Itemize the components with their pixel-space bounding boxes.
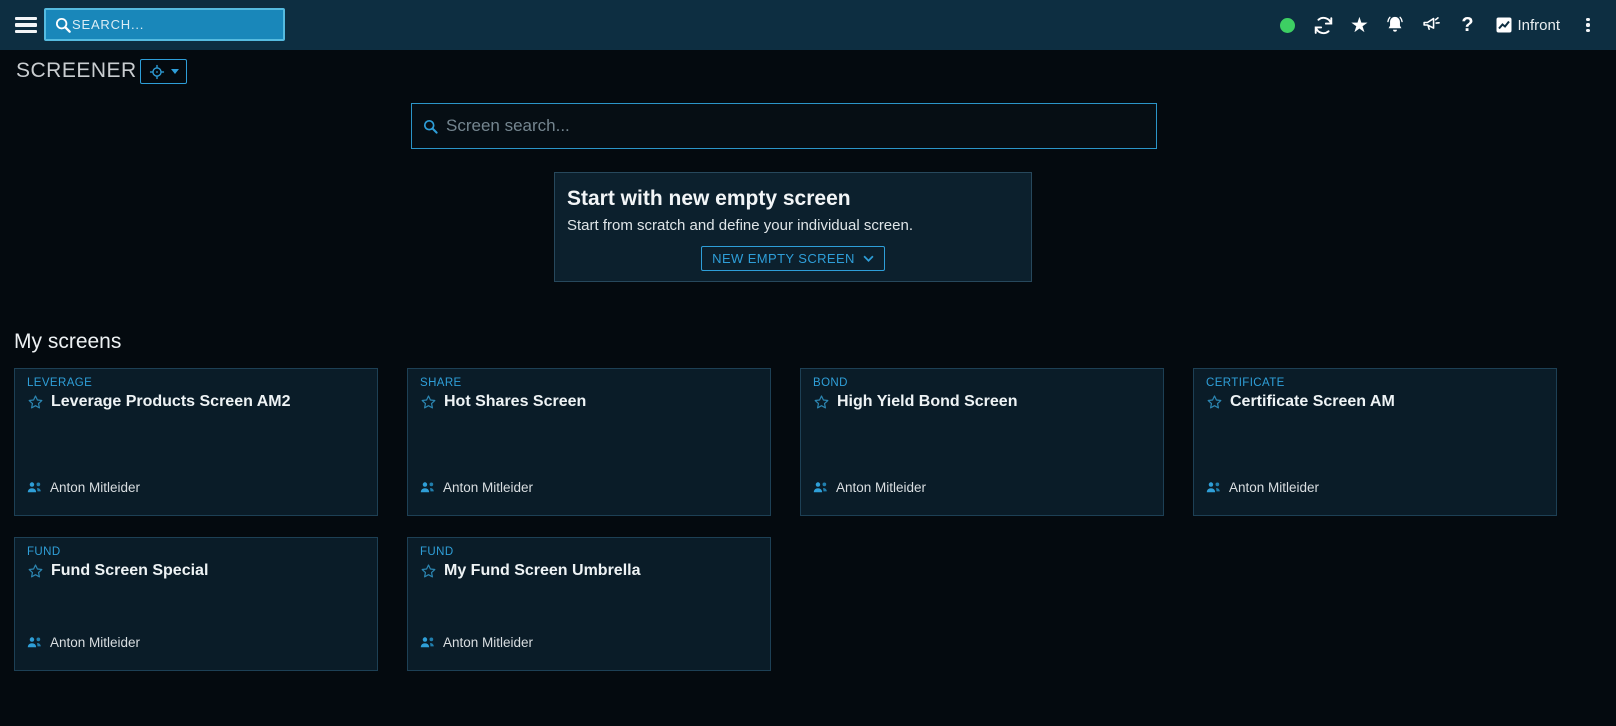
- owner-people-icon: [420, 481, 436, 494]
- new-screen-subtitle: Start from scratch and define your indiv…: [567, 217, 1019, 234]
- screen-owner: Anton Mitleider: [443, 635, 533, 650]
- announcement-megaphone-icon[interactable]: [1420, 13, 1442, 37]
- screen-title: My Fund Screen Umbrella: [444, 562, 641, 580]
- favorite-star-icon[interactable]: [420, 394, 437, 411]
- favorite-star-icon[interactable]: [27, 394, 44, 411]
- notifications-bell-icon[interactable]: [1384, 13, 1406, 37]
- screen-title: Certificate Screen AM: [1230, 393, 1395, 411]
- screen-title: Fund Screen Special: [51, 562, 208, 580]
- brand-logo[interactable]: Infront: [1496, 17, 1560, 34]
- screen-card[interactable]: FUND My Fund Screen Umbrella: [407, 537, 771, 671]
- screen-owner: Anton Mitleider: [50, 635, 140, 650]
- favorite-star-icon[interactable]: [1206, 394, 1223, 411]
- chevron-down-icon: [171, 69, 179, 74]
- screener-page: ★ ?: [0, 0, 1616, 726]
- screen-title: Leverage Products Screen AM2: [51, 393, 291, 411]
- owner-people-icon: [1206, 481, 1222, 494]
- screen-title: High Yield Bond Screen: [837, 393, 1017, 411]
- owner-people-icon: [27, 481, 43, 494]
- search-icon: [54, 16, 72, 34]
- status-dot: [1276, 13, 1298, 37]
- new-screen-title: Start with new empty screen: [567, 187, 1019, 211]
- screen-search-box[interactable]: [411, 103, 1157, 149]
- screen-card[interactable]: FUND Fund Screen Special: [14, 537, 378, 671]
- favorite-star-icon[interactable]: [420, 563, 437, 580]
- page-title: SCREENER: [16, 59, 137, 83]
- refresh-icon[interactable]: [1312, 13, 1334, 37]
- search-icon: [422, 118, 439, 135]
- new-empty-screen-button-label: NEW EMPTY SCREEN: [712, 251, 855, 266]
- owner-people-icon: [420, 636, 436, 649]
- screen-search-input[interactable]: [446, 116, 1146, 136]
- screen-category-label: LEVERAGE: [27, 377, 365, 389]
- screen-category-label: SHARE: [420, 377, 758, 389]
- screen-card[interactable]: LEVERAGE Leverage Products Screen AM2: [14, 368, 378, 516]
- screen-owner: Anton Mitleider: [50, 480, 140, 495]
- screen-category-label: CERTIFICATE: [1206, 377, 1544, 389]
- screen-card[interactable]: CERTIFICATE Certificate Screen AM: [1193, 368, 1557, 516]
- global-search-box[interactable]: [44, 8, 285, 41]
- owner-people-icon: [27, 636, 43, 649]
- screen-category-label: FUND: [420, 546, 758, 558]
- screen-title: Hot Shares Screen: [444, 393, 586, 411]
- owner-people-icon: [813, 481, 829, 494]
- menu-icon[interactable]: [15, 17, 37, 33]
- global-search-input[interactable]: [72, 17, 275, 32]
- favorite-star-icon[interactable]: [27, 563, 44, 580]
- chevron-down-icon: [863, 255, 874, 262]
- brand-name: Infront: [1517, 17, 1560, 34]
- my-screens-heading: My screens: [14, 330, 121, 354]
- new-empty-screen-card: Start with new empty screen Start from s…: [554, 172, 1032, 282]
- overflow-menu-icon[interactable]: [1580, 18, 1596, 33]
- screen-category-label: FUND: [27, 546, 365, 558]
- screen-owner: Anton Mitleider: [836, 480, 926, 495]
- help-icon[interactable]: ?: [1456, 13, 1478, 37]
- top-navigation-bar: ★ ?: [0, 0, 1616, 50]
- brand-chart-icon: [1496, 17, 1512, 33]
- my-screens-grid: LEVERAGE Leverage Products Screen AM2: [14, 368, 1557, 671]
- favorite-star-icon[interactable]: [813, 394, 830, 411]
- crosshair-icon: [148, 63, 166, 81]
- screen-card[interactable]: SHARE Hot Shares Screen: [407, 368, 771, 516]
- screen-owner: Anton Mitleider: [443, 480, 533, 495]
- topbar-actions: ★ ?: [1276, 0, 1616, 50]
- screen-category-label: BOND: [813, 377, 1151, 389]
- screen-card[interactable]: BOND High Yield Bond Screen: [800, 368, 1164, 516]
- favorite-star-icon[interactable]: ★: [1348, 13, 1370, 37]
- screener-target-dropdown-button[interactable]: [140, 59, 187, 84]
- new-empty-screen-button[interactable]: NEW EMPTY SCREEN: [701, 246, 885, 271]
- screen-owner: Anton Mitleider: [1229, 480, 1319, 495]
